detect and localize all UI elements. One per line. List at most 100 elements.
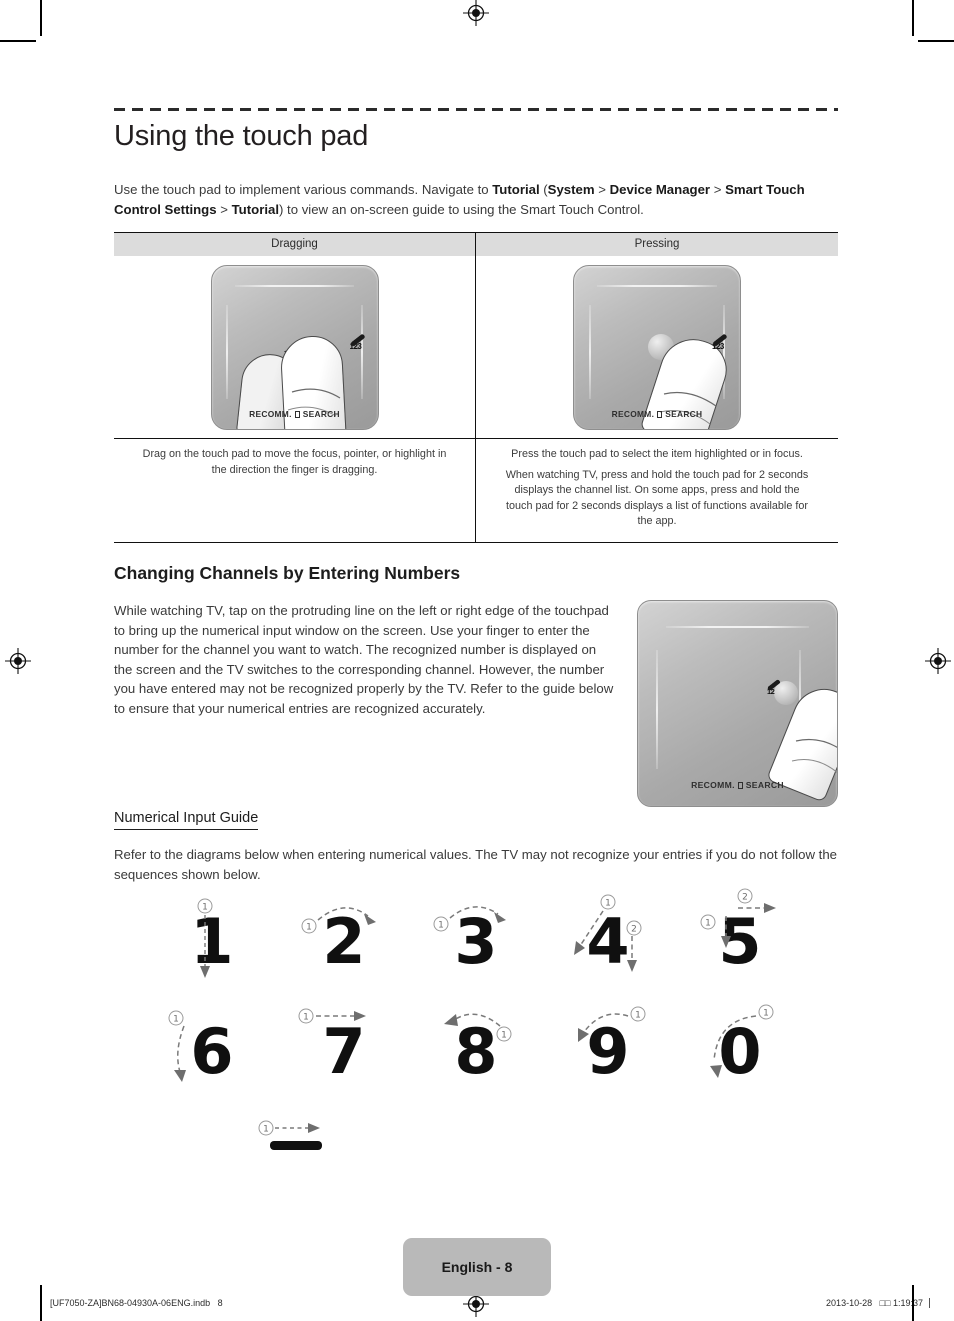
numeral-cell-7: 7 1 (292, 1000, 396, 1104)
intro-run-9: Tutorial (231, 201, 279, 217)
touchpad-label-recomm: RECOMM. (691, 779, 735, 790)
intro-run-5: Device Manager (609, 182, 711, 197)
footer-timestamp: 2013-10-28 □□ 1:19:37 (826, 1298, 930, 1308)
stroke-order-label-1: 1 (263, 1125, 269, 1135)
touchpad-dragging-illustration: 123 RECOMM. SEARCH (114, 256, 475, 438)
touchpad-top-line (597, 285, 717, 288)
touchpad-label-search: SEARCH (302, 408, 340, 419)
gesture-table-header-row: Dragging Pressing (114, 233, 838, 256)
numeral-cell-dash: 1 (244, 1116, 348, 1176)
column-header-pressing: Pressing (476, 233, 838, 256)
caption-pressing: Press the touch pad to select the item h… (476, 438, 838, 542)
stroke-order-label-1: 1 (306, 923, 312, 933)
touchpad-left-edge-line (226, 304, 229, 400)
gesture-caption-cell-dragging: Drag on the touch pad to move the focus,… (114, 438, 476, 542)
stroke-order-label-1: 1 (303, 1013, 309, 1023)
touchpad-top-line (665, 625, 810, 628)
stroke-order-label-1: 1 (763, 1009, 769, 1019)
intro-rich-text: Use the touch pad to implement various c… (114, 182, 805, 217)
numeral-cell-5: 5 2 1 (688, 888, 792, 994)
page-content: Using the touch pad Use the touch pad to… (114, 0, 838, 1321)
touchpad-bottom-label: RECOMM. SEARCH (212, 409, 378, 419)
numeral-cell-8: 8 1 (424, 1000, 528, 1104)
numeral-cell-9: 9 1 (556, 1000, 660, 1104)
gesture-caption-cell-pressing: Press the touch pad to select the item h… (476, 438, 838, 542)
intro-paragraph: Use the touch pad to implement various c… (114, 180, 838, 219)
touchpad-label-search: SEARCH (665, 408, 703, 419)
crop-mark-top-left-horizontal (0, 40, 36, 42)
caption-pressing-line-1: Press the touch pad to select the item h… (511, 448, 803, 460)
stroke-arrows-7: 1 (298, 1008, 366, 1024)
numeral-cell-4: 4 1 2 (556, 890, 660, 994)
section-body-numerical-input-guide: Refer to the diagrams below when enterin… (114, 847, 838, 882)
section-heading-numerical-input-guide: Numerical Input Guide (114, 810, 259, 830)
crop-mark-top-right-vertical (912, 0, 914, 36)
stroke-order-label-1: 1 (202, 903, 208, 913)
touchpad-label-recomm: RECOMM. (249, 408, 292, 419)
stroke-arrows-2: 1 (301, 907, 376, 934)
crop-mark-top-left-vertical (40, 0, 42, 36)
stroke-arrows-9: 1 (578, 1006, 646, 1042)
pen-123-icon: 123 (711, 338, 728, 351)
stroke-order-label-1: 1 (173, 1015, 179, 1025)
numeral-row-1: 1 1 2 1 3 1 4 1 2 5 2 1 (114, 888, 838, 994)
intro-run-6: > (710, 182, 726, 197)
touchpad-left-edge-line (588, 304, 591, 400)
numeral-stroke-guide: 1 1 2 1 3 1 4 1 2 5 2 1 6 1 7 1 8 1 9 1 … (114, 888, 838, 1176)
crop-mark-bottom-left-vertical (40, 1285, 42, 1321)
touchpad-pressing-illustration: 123 RECOMM. SEARCH (476, 256, 838, 438)
touchpad-label-recomm: RECOMM. (611, 408, 655, 419)
stroke-arrows-3: 1 (433, 906, 506, 932)
stroke-arrows-4: 1 2 (574, 894, 642, 972)
registration-mark-left (5, 648, 31, 674)
numeral-row-3: 1 (114, 1116, 838, 1176)
caption-dragging-line-1: Drag on the touch pad to move the focus,… (142, 448, 447, 476)
page-title: Using the touch pad (114, 120, 369, 152)
registration-mark-right (925, 648, 951, 674)
stroke-order-label-1: 1 (438, 921, 444, 931)
gesture-column-pressing: Pressing (476, 233, 838, 256)
pen-123-icon: 12 (766, 683, 781, 696)
gesture-column-dragging: Dragging (114, 233, 476, 256)
stroke-arrows-6: 1 (168, 1010, 186, 1082)
numeral-cell-0: 0 1 (688, 1000, 792, 1104)
intro-run-4: > (594, 182, 610, 197)
touchpad-top-line (234, 285, 355, 288)
stroke-order-label-2: 2 (742, 893, 748, 903)
section-heading-changing-channels: Changing Channels by Entering Numbers (114, 563, 461, 583)
page-number-badge: English - 8 (403, 1238, 551, 1296)
touchpad-surface: 123 RECOMM. SEARCH (210, 264, 379, 430)
touchpad-left-edge-line (655, 650, 658, 770)
numeral-cell-6: 6 1 (160, 1000, 264, 1104)
touchpad-right-edge-line (360, 304, 363, 400)
touchpad-label-search: SEARCH (745, 779, 784, 790)
intro-run-3: System (547, 182, 595, 197)
crop-mark-bottom-right-vertical (912, 1285, 914, 1321)
pen-123-icon: 123 (349, 338, 366, 351)
touchpad-bottom-label: RECOMM. SEARCH (574, 409, 740, 419)
gesture-table-image-row: 123 RECOMM. SEARCH 123 RECOMM. SEARCH (114, 256, 838, 438)
gesture-table: Dragging Pressing 123 RECOMM. SEARCH 123… (114, 232, 838, 543)
touchpad-surface: 123 RECOMM. SEARCH (573, 264, 741, 430)
stroke-order-label-1: 1 (501, 1031, 507, 1041)
print-footer: [UF7050-ZA]BN68-04930A-06ENG.indb 8 2013… (50, 1298, 930, 1308)
intro-run-8: > (216, 201, 232, 217)
column-header-dragging: Dragging (114, 233, 475, 256)
stroke-arrows-0: 1 (710, 1004, 774, 1078)
stroke-order-label-1: 1 (635, 1011, 641, 1021)
touchpad-label-square-icon (737, 781, 743, 789)
numeral-cell-2: 2 1 (292, 890, 396, 994)
gesture-image-cell-dragging: 123 RECOMM. SEARCH (114, 256, 476, 438)
intro-run-2: ( (539, 182, 548, 197)
touchpad-surface: 12 RECOMM. SEARCH (637, 600, 838, 807)
intro-run-0: Use the touch pad to implement various c… (114, 182, 493, 197)
caption-pressing-line-2: When watching TV, press and hold the tou… (505, 468, 809, 528)
numeral-row-2: 6 1 7 1 8 1 9 1 0 1 (114, 1000, 838, 1104)
stroke-order-label-1: 1 (605, 899, 611, 909)
intro-run-10: ) to view an on-screen guide to using th… (278, 201, 644, 217)
stroke-arrows-1: 1 (197, 898, 213, 978)
touchpad-label-square-icon (294, 410, 300, 418)
footer-file-reference: [UF7050-ZA]BN68-04930A-06ENG.indb 8 (50, 1298, 223, 1308)
caption-dragging: Drag on the touch pad to move the focus,… (114, 438, 475, 512)
numeral-cell-1: 1 1 (160, 890, 264, 994)
